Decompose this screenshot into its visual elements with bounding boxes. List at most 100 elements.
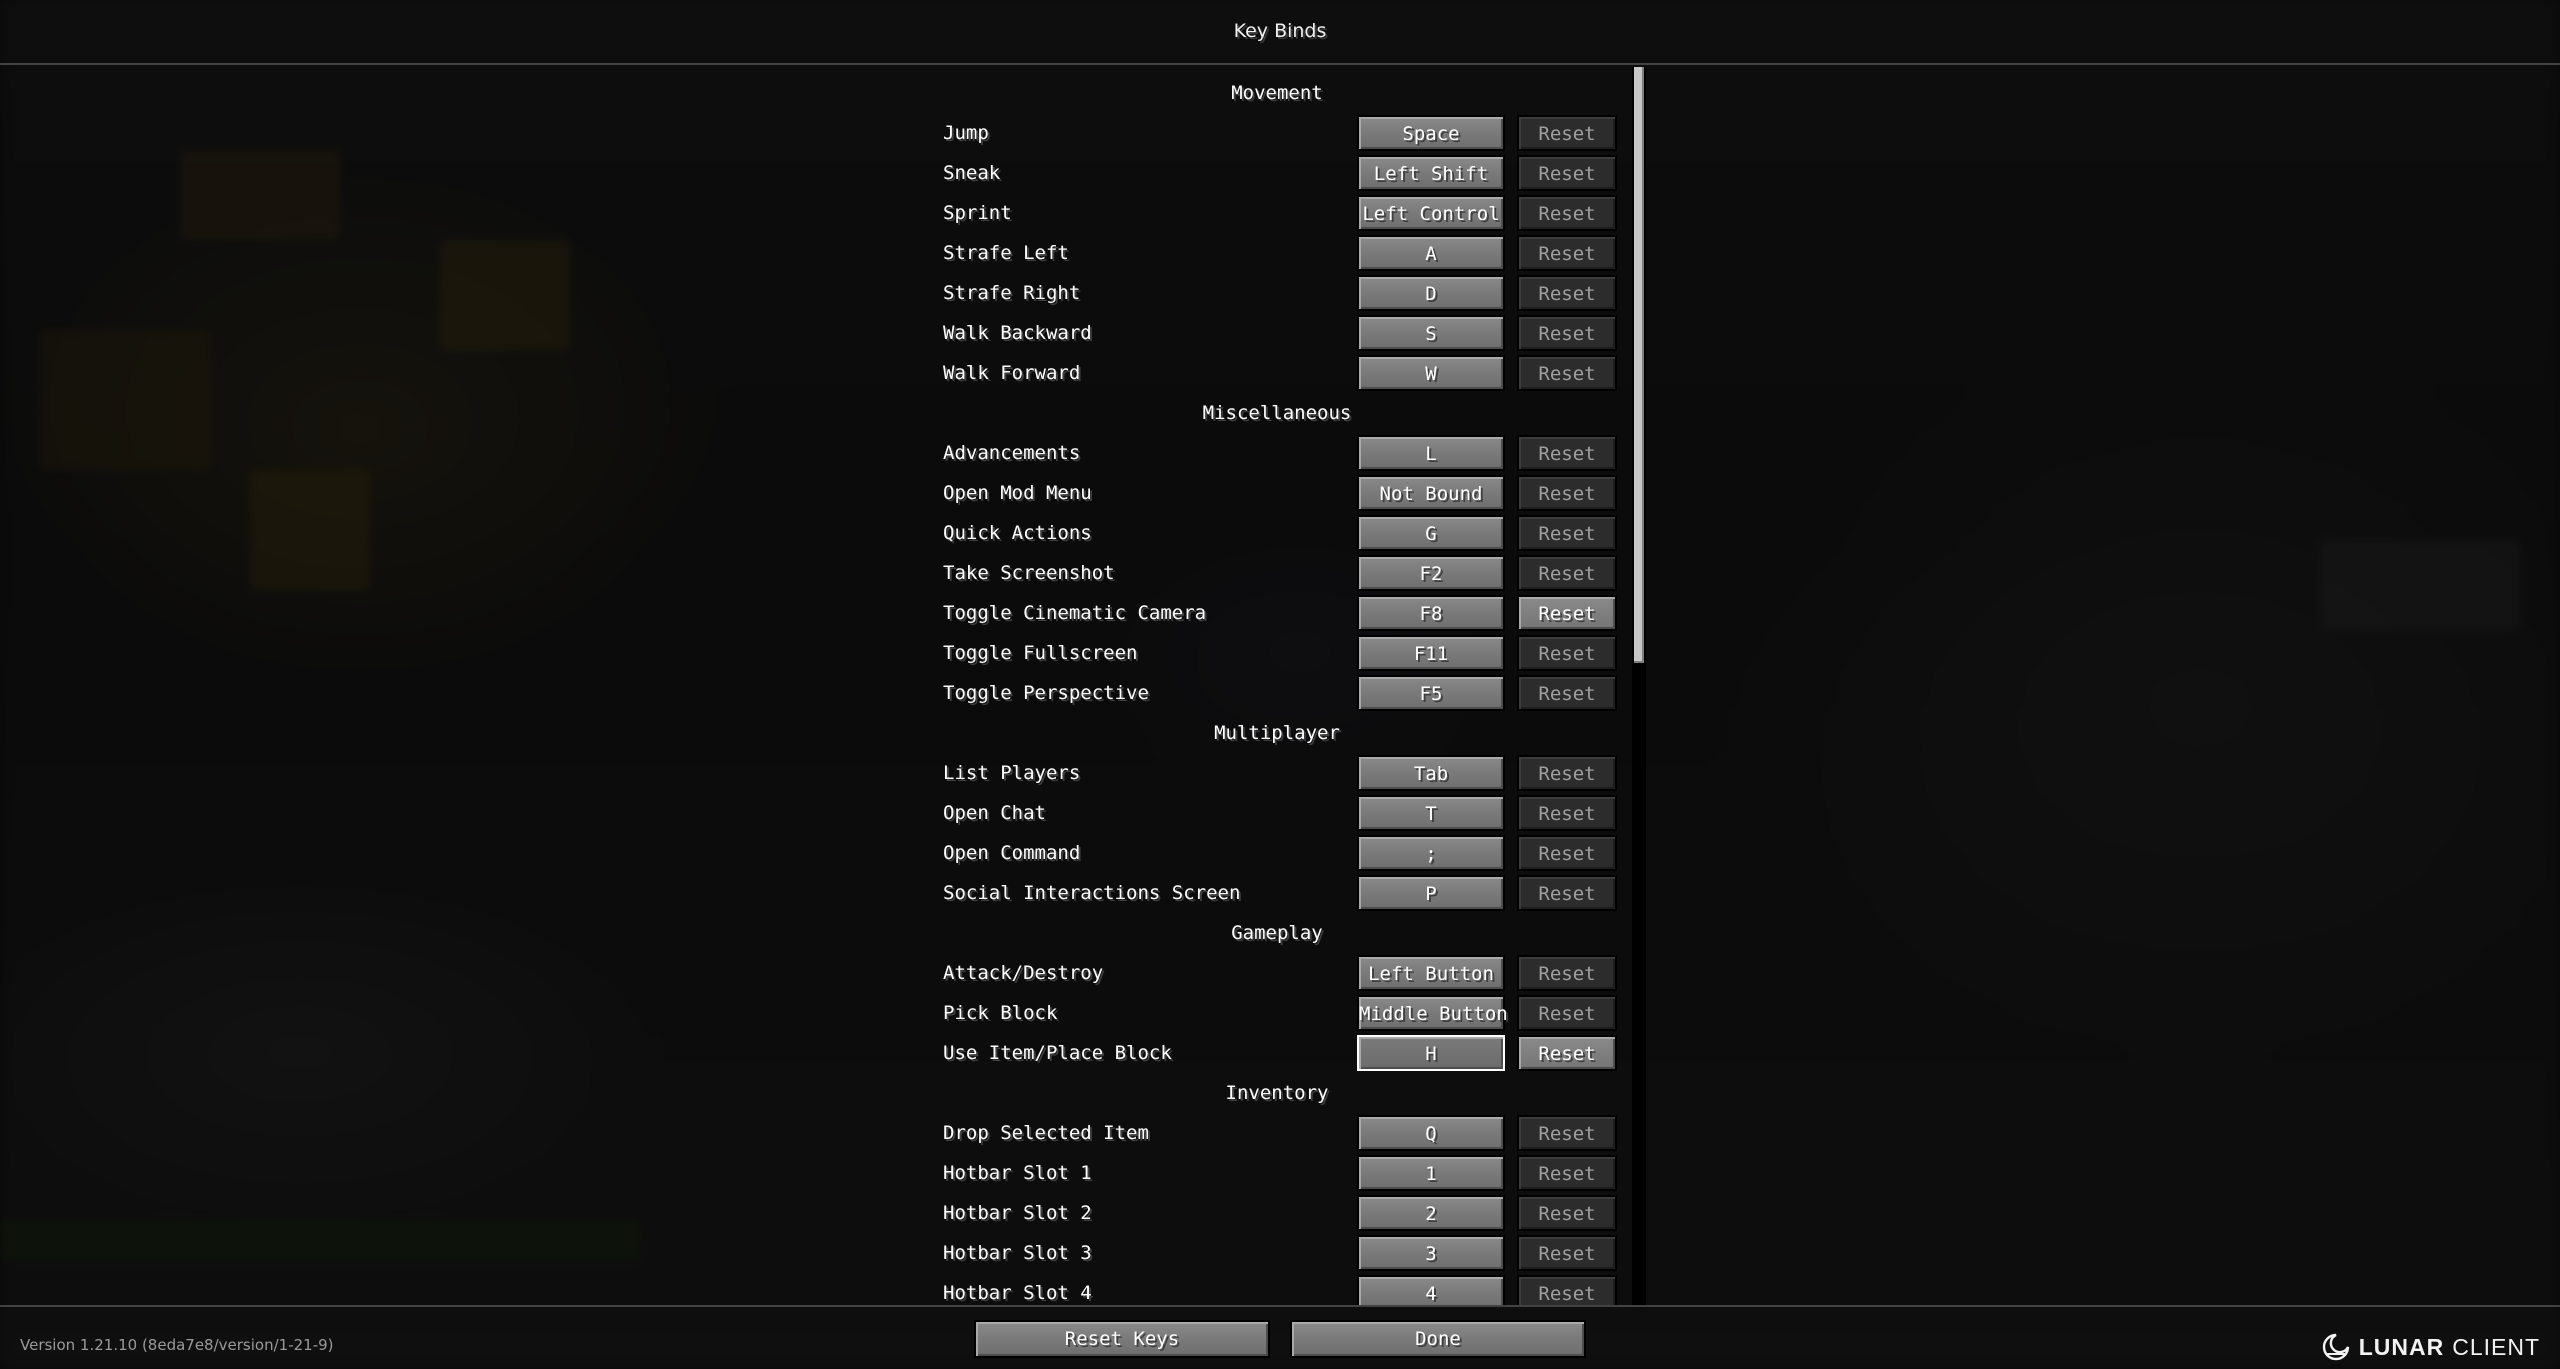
keybind-key-button[interactable]: P [1357, 875, 1505, 911]
keybind-reset-button[interactable]: Reset [1517, 275, 1617, 311]
keybind-key-button[interactable]: D [1357, 275, 1505, 311]
keybind-reset-button[interactable]: Reset [1517, 1155, 1617, 1191]
keybind-key-button[interactable]: Tab [1357, 755, 1505, 791]
keybind-reset-button[interactable]: Reset [1517, 835, 1617, 871]
keybind-action-label: Take Screenshot [943, 562, 1115, 584]
keybind-action-label: Sneak [943, 162, 1001, 184]
keybind-key-button[interactable]: 3 [1357, 1235, 1505, 1271]
keybind-reset-button[interactable]: Reset [1517, 995, 1617, 1031]
keybind-key-button[interactable]: 2 [1357, 1195, 1505, 1231]
keybind-key-button[interactable]: Not Bound [1357, 475, 1505, 511]
lunar-client-brand: LUNAR CLIENT [2321, 1330, 2540, 1364]
keybind-key-button[interactable]: S [1357, 315, 1505, 351]
keybind-key-button[interactable]: H [1357, 1035, 1505, 1071]
keybind-reset-button[interactable]: Reset [1517, 1115, 1617, 1151]
keybind-key-button[interactable]: Left Control [1357, 195, 1505, 231]
keybind-reset-button[interactable]: Reset [1517, 635, 1617, 671]
keybind-reset-button[interactable]: Reset [1517, 355, 1617, 391]
category-header: Inventory [1225, 1082, 1329, 1104]
keybind-reset-button[interactable]: Reset [1517, 955, 1617, 991]
keybind-row: Hotbar Slot 3 3 Reset [940, 1233, 1620, 1273]
keybind-action-label: Hotbar Slot 2 [943, 1202, 1092, 1224]
keybind-reset-button[interactable]: Reset [1517, 1235, 1617, 1271]
keybind-action-label: Walk Forward [943, 362, 1081, 384]
screen-title: Key Binds [1233, 20, 1327, 42]
keybind-key-button[interactable]: W [1357, 355, 1505, 391]
version-label: Version 1.21.10 (8eda7e8/version/1-21-9) [20, 1336, 334, 1354]
keybind-key-button[interactable]: F2 [1357, 555, 1505, 591]
keybind-reset-button[interactable]: Reset [1517, 515, 1617, 551]
keybind-action-label: Hotbar Slot 4 [943, 1282, 1092, 1304]
keybind-row: Take Screenshot F2 Reset [940, 553, 1620, 593]
keybind-key-button[interactable]: 1 [1357, 1155, 1505, 1191]
keybind-action-label: Hotbar Slot 1 [943, 1162, 1092, 1184]
keybind-key-button[interactable]: Q [1357, 1115, 1505, 1151]
done-button[interactable]: Done [1290, 1320, 1586, 1358]
keybind-reset-button[interactable]: Reset [1517, 795, 1617, 831]
keybind-reset-button[interactable]: Reset [1517, 1195, 1617, 1231]
keybind-key-button[interactable]: Middle Button [1357, 995, 1508, 1031]
keybind-action-label: Pick Block [943, 1002, 1058, 1024]
keybind-reset-button[interactable]: Reset [1517, 1275, 1617, 1305]
keybind-row: Hotbar Slot 1 1 Reset [940, 1153, 1620, 1193]
keybind-action-label: Sprint [943, 202, 1012, 224]
keybind-key-button[interactable]: T [1357, 795, 1505, 831]
reset-keys-button[interactable]: Reset Keys [974, 1320, 1270, 1358]
keybind-action-label: Toggle Cinematic Camera [943, 602, 1207, 624]
keybind-action-label: Open Mod Menu [943, 482, 1092, 504]
category-header: Miscellaneous [1202, 402, 1352, 424]
keybind-row: Attack/Destroy Left Button Reset [940, 953, 1620, 993]
keybind-row: Open Command; Reset [940, 833, 1620, 873]
keybind-row: Advancements L Reset [940, 433, 1620, 473]
brand-name-light: CLIENT [2452, 1333, 2540, 1360]
keybind-key-button[interactable]: G [1357, 515, 1505, 551]
keybind-key-button[interactable]: A [1357, 235, 1505, 271]
keybind-row: Open Chat T Reset [940, 793, 1620, 833]
keybind-row: Hotbar Slot 4 4 Reset [940, 1273, 1620, 1305]
keybind-key-button[interactable]: L [1357, 435, 1505, 471]
keybind-key-button[interactable]: F8 [1357, 595, 1505, 631]
keybind-row: Use Item/Place Block H Reset [940, 1033, 1620, 1073]
keybind-row: Sneak Left Shift Reset [940, 153, 1620, 193]
keybind-reset-button[interactable]: Reset [1517, 155, 1617, 191]
keybind-reset-button[interactable]: Reset [1517, 1035, 1617, 1071]
keybind-row: Hotbar Slot 2 2 Reset [940, 1193, 1620, 1233]
keybind-reset-button[interactable]: Reset [1517, 315, 1617, 351]
keybind-reset-button[interactable]: Reset [1517, 235, 1617, 271]
keybind-reset-button[interactable]: Reset [1517, 555, 1617, 591]
keybind-reset-button[interactable]: Reset [1517, 595, 1617, 631]
keybind-reset-button[interactable]: Reset [1517, 195, 1617, 231]
keybind-row: Jump Space Reset [940, 113, 1620, 153]
keybind-key-button[interactable]: ; [1357, 835, 1505, 871]
keybind-action-label: Open Chat [943, 802, 1046, 824]
keybind-row: Quick Actions G Reset [940, 513, 1620, 553]
keybind-key-button[interactable]: Left Shift [1357, 155, 1505, 191]
keybind-row: Strafe Left A Reset [940, 233, 1620, 273]
keybind-row: Pick Block Middle Button Reset [940, 993, 1620, 1033]
keybind-row: Drop Selected Item Q Reset [940, 1113, 1620, 1153]
keybind-list[interactable]: Movement Jump Space Reset Sneak Left Shift Res… [940, 73, 1620, 1305]
scrollbar-thumb[interactable] [1634, 67, 1644, 663]
keybind-key-button[interactable]: Space [1357, 115, 1505, 151]
keybind-reset-button[interactable]: Reset [1517, 475, 1617, 511]
keybind-reset-button[interactable]: Reset [1517, 875, 1617, 911]
keybind-key-button[interactable]: Left Button [1357, 955, 1505, 991]
keybind-action-label: Hotbar Slot 3 [943, 1242, 1092, 1264]
keybind-row: Strafe Right D Reset [940, 273, 1620, 313]
keybind-row: List Players Tab Reset [940, 753, 1620, 793]
category-header: Multiplayer [1214, 722, 1340, 744]
keybind-reset-button[interactable]: Reset [1517, 115, 1617, 151]
keybind-row: Toggle Perspective F5 Reset [940, 673, 1620, 713]
keybind-row: Toggle Cinematic Camera F8 Reset [940, 593, 1620, 633]
keybind-row: Walk Backward S Reset [940, 313, 1620, 353]
keybind-key-button[interactable]: F5 [1357, 675, 1505, 711]
keybind-action-label: Attack/Destroy [943, 962, 1104, 984]
keybind-reset-button[interactable]: Reset [1517, 755, 1617, 791]
keybind-action-label: Strafe Left [943, 242, 1069, 264]
keybind-key-button[interactable]: 4 [1357, 1275, 1505, 1305]
keybind-action-label: Drop Selected Item [943, 1122, 1149, 1144]
keybind-reset-button[interactable]: Reset [1517, 435, 1617, 471]
keybind-key-button[interactable]: F11 [1357, 635, 1505, 671]
keybind-reset-button[interactable]: Reset [1517, 675, 1617, 711]
keybind-action-label: Strafe Right [943, 282, 1081, 304]
